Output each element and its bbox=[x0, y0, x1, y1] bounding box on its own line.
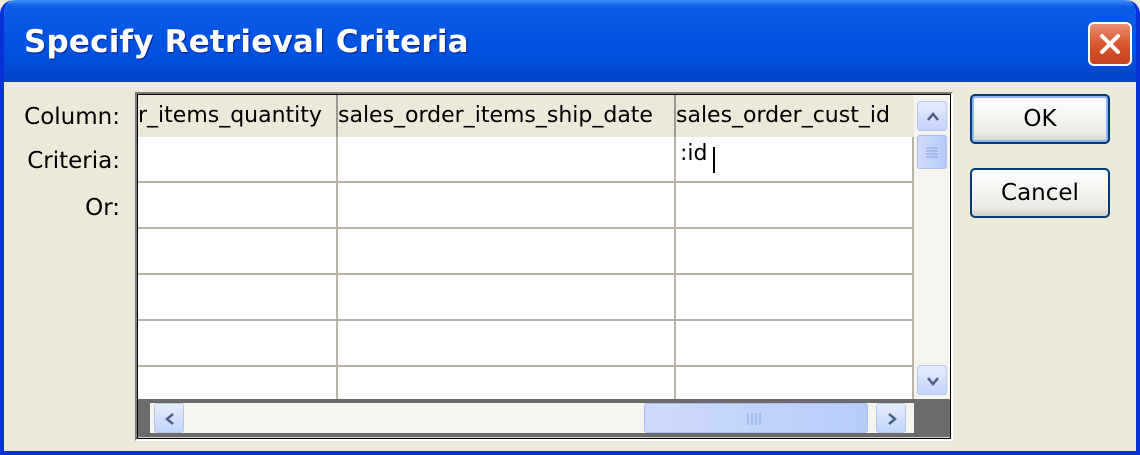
horizontal-scrollbar[interactable] bbox=[150, 403, 914, 433]
criteria-cell[interactable] bbox=[338, 137, 676, 183]
title-bar[interactable]: Specify Retrieval Criteria bbox=[4, 0, 1136, 82]
dialog-title: Specify Retrieval Criteria bbox=[24, 24, 469, 60]
dialog-window: Specify Retrieval Criteria Column: Crite… bbox=[0, 0, 1140, 455]
or-cell[interactable] bbox=[676, 183, 914, 229]
arrow-down-icon bbox=[927, 377, 939, 386]
vertical-scroll-thumb[interactable] bbox=[917, 135, 947, 169]
or-cell[interactable] bbox=[338, 229, 676, 275]
vertical-scrollbar[interactable] bbox=[914, 95, 950, 399]
close-icon bbox=[1100, 34, 1120, 54]
or-cell[interactable] bbox=[138, 183, 338, 229]
arrow-right-icon bbox=[888, 413, 897, 425]
criteria-label: Criteria: bbox=[27, 148, 120, 174]
or-cell[interactable] bbox=[676, 229, 914, 275]
cell-value: :id bbox=[680, 141, 708, 166]
arrow-left-icon bbox=[165, 413, 174, 425]
or-cell[interactable] bbox=[138, 367, 338, 399]
or-cell[interactable] bbox=[338, 321, 676, 367]
or-cell[interactable] bbox=[676, 275, 914, 321]
horizontal-scroll-thumb[interactable] bbox=[644, 403, 868, 433]
column-header[interactable]: sales_order_cust_id bbox=[676, 95, 914, 137]
or-cell[interactable] bbox=[676, 321, 914, 367]
arrow-up-icon bbox=[927, 112, 939, 121]
or-cell[interactable] bbox=[338, 183, 676, 229]
column-header[interactable]: r_items_quantity bbox=[138, 95, 338, 137]
or-cell[interactable] bbox=[676, 367, 914, 399]
or-cell[interactable] bbox=[338, 367, 676, 399]
or-label: Or: bbox=[85, 195, 120, 221]
criteria-cell-active[interactable]: :id bbox=[676, 137, 914, 183]
scroll-up-button[interactable] bbox=[917, 101, 947, 131]
horizontal-scrollbar-area bbox=[138, 399, 950, 437]
grip-icon bbox=[747, 413, 761, 425]
cancel-button[interactable]: Cancel bbox=[970, 168, 1110, 218]
criteria-grid: r_items_quantity sales_order_items_ship_… bbox=[135, 92, 953, 441]
scroll-left-button[interactable] bbox=[154, 403, 184, 433]
or-cell[interactable] bbox=[138, 275, 338, 321]
or-cell[interactable] bbox=[138, 229, 338, 275]
or-cell[interactable] bbox=[338, 275, 676, 321]
or-cell[interactable] bbox=[138, 321, 338, 367]
grip-icon bbox=[926, 147, 938, 158]
dialog-content: Column: Criteria: Or: r_items_quantity s… bbox=[4, 82, 1136, 451]
column-label: Column: bbox=[24, 104, 120, 130]
scroll-right-button[interactable] bbox=[876, 403, 906, 433]
grid-body: r_items_quantity sales_order_items_ship_… bbox=[137, 94, 951, 439]
close-button[interactable] bbox=[1088, 22, 1132, 66]
ok-button[interactable]: OK bbox=[970, 94, 1110, 144]
criteria-cell[interactable] bbox=[138, 137, 338, 183]
text-cursor bbox=[713, 147, 715, 173]
column-header[interactable]: sales_order_items_ship_date bbox=[338, 95, 676, 137]
scroll-down-button[interactable] bbox=[917, 365, 947, 395]
